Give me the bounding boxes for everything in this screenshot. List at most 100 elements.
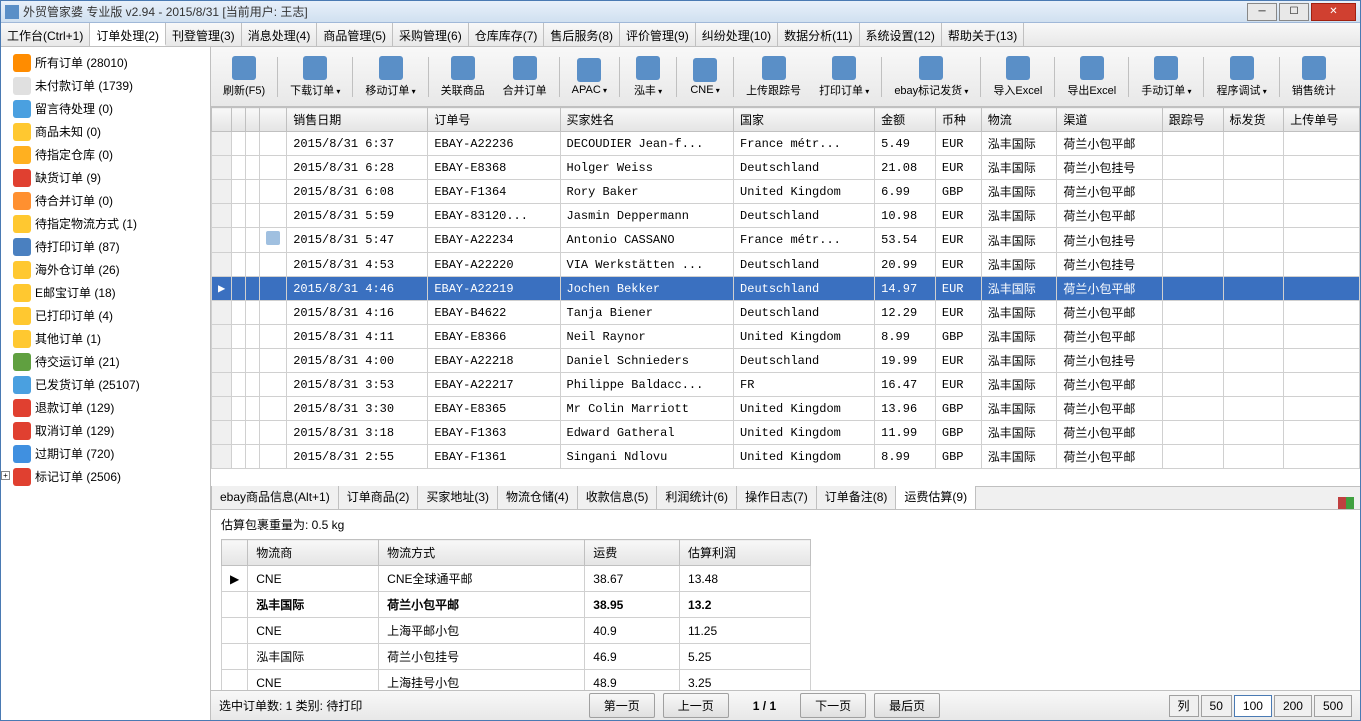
menu-tab[interactable]: 采购管理(6) (393, 23, 469, 46)
detail-tab[interactable]: 利润统计(6) (656, 483, 737, 509)
menu-tab[interactable]: 仓库库存(7) (469, 23, 545, 46)
toolbar-button[interactable]: 打印订单 (811, 54, 877, 100)
toolbar-button[interactable]: 程序调试 (1208, 54, 1274, 100)
column-header[interactable]: 订单号 (428, 108, 560, 132)
sidebar-item[interactable]: 已打印订单 (4) (1, 304, 210, 327)
menu-tab[interactable]: 纠纷处理(10) (696, 23, 778, 46)
detail-tab[interactable]: 物流仓储(4) (497, 483, 578, 509)
table-row[interactable]: 2015/8/31 3:30EBAY-E8365Mr Colin Marriot… (212, 397, 1360, 421)
table-row[interactable]: ▶2015/8/31 4:46EBAY-A22219Jochen BekkerD… (212, 277, 1360, 301)
toolbar-button[interactable]: 手动订单 (1133, 54, 1199, 100)
toolbar-button[interactable]: ebay标记发货 (886, 54, 976, 100)
page-next-button[interactable]: 下一页 (800, 693, 866, 718)
page-size-button[interactable]: 50 (1201, 695, 1232, 717)
table-row[interactable]: 2015/8/31 4:16EBAY-B4622Tanja BienerDeut… (212, 301, 1360, 325)
table-row[interactable]: 2015/8/31 3:18EBAY-F1363Edward GatheralU… (212, 421, 1360, 445)
column-header[interactable]: 国家 (734, 108, 875, 132)
sidebar-item[interactable]: 海外仓订单 (26) (1, 258, 210, 281)
column-header[interactable]: 上传单号 (1284, 108, 1360, 132)
detail-tab[interactable]: 订单商品(2) (338, 483, 419, 509)
sidebar-item[interactable]: 商品未知 (0) (1, 120, 210, 143)
minimize-button[interactable]: ─ (1247, 3, 1277, 21)
toolbar-button[interactable]: 下载订单 (282, 54, 348, 100)
menu-tab[interactable]: 刊登管理(3) (166, 23, 242, 46)
detail-tab[interactable]: 操作日志(7) (736, 483, 817, 509)
sidebar-item[interactable]: 已发货订单 (25107) (1, 373, 210, 396)
sidebar-item[interactable]: 退款订单 (129) (1, 396, 210, 419)
sidebar-item[interactable]: E邮宝订单 (18) (1, 281, 210, 304)
column-header[interactable]: 物流 (981, 108, 1057, 132)
sidebar-item[interactable]: 缺货订单 (9) (1, 166, 210, 189)
sidebar-item[interactable]: +标记订单 (2506) (1, 465, 210, 488)
sidebar-item[interactable]: 待打印订单 (87) (1, 235, 210, 258)
page-size-button[interactable]: 200 (1274, 695, 1312, 717)
menu-tab[interactable]: 商品管理(5) (317, 23, 393, 46)
menu-tab[interactable]: 消息处理(4) (242, 23, 318, 46)
freight-row[interactable]: CNE上海挂号小包48.93.25 (222, 670, 811, 691)
page-prev-button[interactable]: 上一页 (663, 693, 729, 718)
book-icon[interactable] (1338, 497, 1354, 509)
table-row[interactable]: 2015/8/31 5:47EBAY-A22234Antonio CASSANO… (212, 228, 1360, 253)
sidebar-item[interactable]: 待指定物流方式 (1) (1, 212, 210, 235)
close-button[interactable]: ✕ (1311, 3, 1356, 21)
column-header[interactable]: 标发货 (1223, 108, 1284, 132)
toolbar-button[interactable]: 导入Excel (985, 54, 1050, 100)
column-header[interactable]: 销售日期 (287, 108, 428, 132)
detail-tab[interactable]: 买家地址(3) (417, 483, 498, 509)
table-row[interactable]: 2015/8/31 4:00EBAY-A22218Daniel Schniede… (212, 349, 1360, 373)
toolbar-button[interactable]: 移动订单 (357, 54, 423, 100)
table-row[interactable]: 2015/8/31 6:28EBAY-E8368Holger WeissDeut… (212, 156, 1360, 180)
freight-header[interactable] (222, 540, 248, 566)
freight-header[interactable]: 运费 (585, 540, 680, 566)
column-header[interactable]: 买家姓名 (560, 108, 734, 132)
freight-table[interactable]: 物流商物流方式运费估算利润▶CNECNE全球通平邮38.6713.48泓丰国际荷… (221, 539, 811, 690)
freight-row[interactable]: 泓丰国际荷兰小包挂号46.95.25 (222, 644, 811, 670)
menu-tab[interactable]: 帮助关于(13) (942, 23, 1024, 46)
column-header[interactable] (246, 108, 260, 132)
column-header[interactable]: 跟踪号 (1162, 108, 1223, 132)
column-header[interactable] (212, 108, 232, 132)
column-header[interactable]: 币种 (935, 108, 981, 132)
toolbar-button[interactable]: 合并订单 (495, 54, 555, 100)
sidebar-item[interactable]: 取消订单 (129) (1, 419, 210, 442)
menu-tab[interactable]: 工作台(Ctrl+1) (1, 23, 90, 46)
freight-row[interactable]: ▶CNECNE全球通平邮38.6713.48 (222, 566, 811, 592)
freight-row[interactable]: 泓丰国际荷兰小包平邮38.9513.2 (222, 592, 811, 618)
maximize-button[interactable]: ☐ (1279, 3, 1309, 21)
detail-tab[interactable]: ebay商品信息(Alt+1) (211, 483, 339, 509)
freight-row[interactable]: CNE上海平邮小包40.911.25 (222, 618, 811, 644)
menu-tab[interactable]: 数据分析(11) (778, 23, 859, 46)
page-size-button[interactable]: 列 (1169, 695, 1199, 717)
table-row[interactable]: 2015/8/31 5:59EBAY-83120...Jasmin Depper… (212, 204, 1360, 228)
table-row[interactable]: 2015/8/31 4:53EBAY-A22220VIA Werkstätten… (212, 253, 1360, 277)
toolbar-button[interactable]: CNE (681, 56, 729, 98)
sidebar-item[interactable]: 留言待处理 (0) (1, 97, 210, 120)
table-row[interactable]: 2015/8/31 2:55EBAY-F1361Singani NdlovuUn… (212, 445, 1360, 469)
page-first-button[interactable]: 第一页 (589, 693, 655, 718)
freight-header[interactable]: 估算利润 (680, 540, 811, 566)
menu-tab[interactable]: 系统设置(12) (860, 23, 942, 46)
sidebar-item[interactable]: 待合并订单 (0) (1, 189, 210, 212)
menu-tab[interactable]: 售后服务(8) (544, 23, 620, 46)
toolbar-button[interactable]: 上传跟踪号 (738, 54, 809, 100)
table-row[interactable]: 2015/8/31 6:08EBAY-F1364Rory BakerUnited… (212, 180, 1360, 204)
detail-tab[interactable]: 运费估算(9) (895, 483, 976, 509)
table-row[interactable]: 2015/8/31 3:53EBAY-A22217Philippe Baldac… (212, 373, 1360, 397)
toolbar-button[interactable]: 泓丰 (624, 54, 672, 100)
column-header[interactable]: 金额 (875, 108, 936, 132)
freight-header[interactable]: 物流方式 (379, 540, 585, 566)
tree-expand-icon[interactable]: + (1, 471, 10, 480)
toolbar-button[interactable]: 刷新(F5) (215, 54, 273, 100)
toolbar-button[interactable]: APAC (564, 56, 615, 98)
detail-tab[interactable]: 订单备注(8) (816, 483, 897, 509)
menu-tab[interactable]: 订单处理(2) (90, 23, 166, 46)
toolbar-button[interactable]: 销售统计 (1284, 54, 1344, 100)
menu-tab[interactable]: 评价管理(9) (620, 23, 696, 46)
page-last-button[interactable]: 最后页 (874, 693, 940, 718)
sidebar-item[interactable]: 所有订单 (28010) (1, 51, 210, 74)
orders-grid[interactable]: 销售日期订单号买家姓名国家金额币种物流渠道跟踪号标发货上传单号2015/8/31… (211, 107, 1360, 469)
table-row[interactable]: 2015/8/31 6:37EBAY-A22236DECOUDIER Jean-… (212, 132, 1360, 156)
page-size-button[interactable]: 100 (1234, 695, 1272, 717)
sidebar-item[interactable]: 待交运订单 (21) (1, 350, 210, 373)
sidebar-item[interactable]: 待指定仓库 (0) (1, 143, 210, 166)
